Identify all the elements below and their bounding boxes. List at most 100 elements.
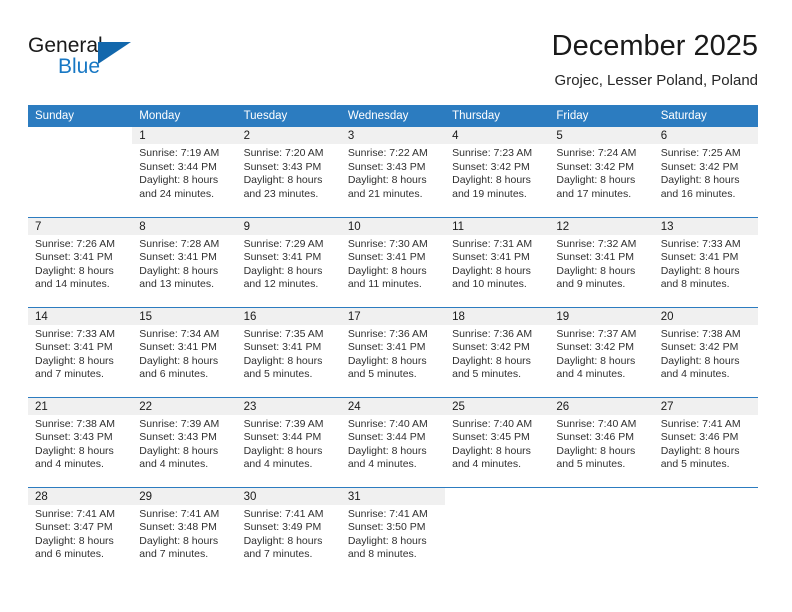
calendar-day-cell[interactable]: 11 Sunrise: 7:31 AM Sunset: 3:41 PM Dayligh… — [445, 216, 550, 307]
calendar-day-cell[interactable]: 31 Sunrise: 7:41 AM Sunset: 3:50 PM Dayligh… — [340, 486, 446, 577]
calendar-day-cell[interactable]: 22 Sunrise: 7:39 AM Sunset: 3:43 PM Dayligh… — [132, 396, 237, 487]
day-details: Sunrise: 7:39 AM Sunset: 3:44 PM Daylight:… — [237, 415, 341, 472]
weekday-header-thursday: Thursday — [445, 105, 550, 127]
day-number: 13 — [653, 217, 758, 235]
day-details: Sunrise: 7:29 AM Sunset: 3:41 PM Daylight:… — [237, 235, 341, 292]
sunrise-text: Sunrise: 7:20 AM — [243, 147, 324, 159]
calendar-day-cell[interactable]: 3 Sunrise: 7:22 AM Sunset: 3:43 PM Daylight… — [340, 127, 446, 217]
sunrise-text: Sunrise: 7:40 AM — [452, 417, 533, 430]
day-details: Sunrise: 7:30 AM Sunset: 3:41 PM Daylight:… — [341, 235, 445, 292]
sunset-text: Sunset: 3:41 PM — [35, 251, 113, 264]
daylight-text: Daylight: 8 hours — [347, 264, 427, 277]
daylight-text: Daylight: 8 hours — [243, 264, 323, 277]
daylight-text-cont: and 8 minutes. — [347, 548, 417, 561]
day-details: Sunrise: 7:41 AM Sunset: 3:49 PM Daylight:… — [237, 505, 341, 562]
daylight-text-cont: and 19 minutes. — [452, 187, 527, 200]
calendar-day-cell[interactable]: 4 Sunrise: 7:23 AM Sunset: 3:42 PM Daylight… — [445, 127, 550, 217]
weekday-header-saturday: Saturday — [653, 105, 758, 127]
calendar-week-row: 7 Sunrise: 7:26 AM Sunset: 3:41 PM Daylight… — [28, 216, 758, 307]
calendar-day-cell[interactable]: 9 Sunrise: 7:29 AM Sunset: 3:41 PM Daylight… — [236, 216, 341, 307]
calendar-day-cell[interactable]: 25 Sunrise: 7:40 AM Sunset: 3:45 PM Dayligh… — [445, 396, 550, 487]
calendar-day-cell[interactable]: 8 Sunrise: 7:28 AM Sunset: 3:41 PM Daylight… — [132, 216, 237, 307]
daylight-text: Daylight: 8 hours — [556, 354, 636, 367]
calendar-day-cell[interactable]: 23 Sunrise: 7:39 AM Sunset: 3:44 PM Dayligh… — [236, 396, 341, 487]
daylight-text: Daylight: 8 hours — [347, 534, 427, 547]
day-details: Sunrise: 7:37 AM Sunset: 3:42 PM Daylight:… — [549, 325, 653, 382]
calendar-day-cell[interactable]: 7 Sunrise: 7:26 AM Sunset: 3:41 PM Daylight… — [28, 216, 133, 307]
daylight-text: Daylight: 8 hours — [35, 444, 114, 457]
sunrise-text: Sunrise: 7:34 AM — [139, 327, 220, 340]
calendar-day-cell[interactable]: 12 Sunrise: 7:32 AM Sunset: 3:41 PM Dayligh… — [549, 216, 654, 307]
calendar-day-cell[interactable]: 17 Sunrise: 7:36 AM Sunset: 3:41 PM Dayligh… — [340, 306, 446, 397]
day-details: Sunrise: 7:35 AM Sunset: 3:41 PM Daylight:… — [237, 325, 341, 382]
weekday-header-tuesday: Tuesday — [236, 105, 341, 127]
sunrise-text: Sunrise: 7:37 AM — [556, 327, 637, 340]
sunrise-text: Sunrise: 7:41 AM — [139, 507, 220, 520]
day-details: Sunrise: 7:38 AM Sunset: 3:42 PM Daylight:… — [654, 325, 758, 382]
day-number: 25 — [445, 397, 550, 415]
day-number: 26 — [549, 397, 654, 415]
day-number — [654, 488, 758, 505]
daylight-text-cont: and 16 minutes. — [660, 187, 736, 200]
calendar-day-cell[interactable]: 5 Sunrise: 7:24 AM Sunset: 3:42 PM Daylight… — [549, 127, 654, 217]
general-blue-logo[interactable]: General Blue — [28, 34, 148, 86]
calendar-day-cell[interactable]: 29 Sunrise: 7:41 AM Sunset: 3:48 PM Dayligh… — [132, 486, 237, 577]
daylight-text-cont: and 4 minutes. — [660, 368, 730, 381]
calendar-day-cell[interactable]: 15 Sunrise: 7:34 AM Sunset: 3:41 PM Dayligh… — [132, 306, 237, 397]
calendar-header-row: Sunday Monday Tuesday Wednesday Thursday Frid… — [28, 105, 758, 127]
sunrise-text: Sunrise: 7:35 AM — [243, 327, 324, 340]
calendar-day-cell[interactable]: 27 Sunrise: 7:41 AM Sunset: 3:46 PM Dayligh… — [653, 396, 758, 487]
calendar-day-cell[interactable]: 13 Sunrise: 7:33 AM Sunset: 3:41 PM Dayligh… — [653, 216, 758, 307]
day-number: 20 — [653, 307, 758, 325]
daylight-text: Daylight: 8 hours — [347, 174, 427, 187]
day-details: Sunrise: 7:19 AM Sunset: 3:44 PM Daylight:… — [132, 144, 236, 201]
day-details: Sunrise: 7:40 AM Sunset: 3:44 PM Daylight:… — [341, 415, 445, 472]
calendar-day-cell[interactable]: 21 Sunrise: 7:38 AM Sunset: 3:43 PM Dayligh… — [28, 396, 133, 487]
daylight-text-cont: and 4 minutes. — [243, 458, 313, 471]
triangle-icon — [98, 42, 131, 64]
day-details: Sunrise: 7:25 AM Sunset: 3:42 PM Daylight:… — [654, 144, 758, 201]
calendar-day-cell[interactable]: 14 Sunrise: 7:33 AM Sunset: 3:41 PM Dayligh… — [28, 306, 133, 397]
day-number: 30 — [236, 487, 341, 505]
day-details: Sunrise: 7:33 AM Sunset: 3:41 PM Daylight:… — [654, 235, 758, 292]
weekday-header-row: Sunday Monday Tuesday Wednesday Thursday Frid… — [28, 105, 758, 127]
calendar-day-cell[interactable]: 1 Sunrise: 7:19 AM Sunset: 3:44 PM Daylight… — [132, 127, 237, 217]
calendar-day-cell[interactable]: 19 Sunrise: 7:37 AM Sunset: 3:42 PM Dayligh… — [549, 306, 654, 397]
sunrise-text: Sunrise: 7:39 AM — [139, 417, 220, 430]
daylight-text: Daylight: 8 hours — [660, 444, 740, 457]
daylight-text: Daylight: 8 hours — [35, 264, 114, 277]
sunset-text: Sunset: 3:43 PM — [243, 160, 322, 173]
day-details: Sunrise: 7:20 AM Sunset: 3:43 PM Daylight:… — [237, 144, 341, 201]
calendar-day-cell[interactable]: 30 Sunrise: 7:41 AM Sunset: 3:49 PM Dayligh… — [236, 486, 341, 577]
calendar-day-cell[interactable]: 26 Sunrise: 7:40 AM Sunset: 3:46 PM Dayligh… — [549, 396, 654, 487]
day-details: Sunrise: 7:38 AM Sunset: 3:43 PM Daylight:… — [28, 415, 132, 472]
day-details — [28, 144, 132, 147]
calendar-day-cell[interactable]: 2 Sunrise: 7:20 AM Sunset: 3:43 PM Daylight… — [236, 127, 341, 217]
day-number: 16 — [236, 307, 341, 325]
sunrise-text: Sunrise: 7:41 AM — [35, 507, 115, 520]
sunrise-text: Sunrise: 7:38 AM — [660, 327, 741, 340]
sunset-text: Sunset: 3:45 PM — [452, 431, 530, 444]
sunrise-text: Sunrise: 7:39 AM — [243, 417, 324, 430]
sunrise-text: Sunrise: 7:40 AM — [347, 417, 428, 430]
sunrise-text: Sunrise: 7:23 AM — [452, 147, 533, 159]
calendar-table: Sunday Monday Tuesday Wednesday Thursday Frid… — [28, 105, 758, 577]
weekday-header-friday: Friday — [549, 105, 654, 127]
day-number: 29 — [132, 487, 237, 505]
calendar-day-cell[interactable]: 20 Sunrise: 7:38 AM Sunset: 3:42 PM Dayligh… — [653, 306, 758, 397]
calendar-day-cell[interactable]: 18 Sunrise: 7:36 AM Sunset: 3:42 PM Dayligh… — [445, 306, 550, 397]
calendar-day-cell[interactable]: 28 Sunrise: 7:41 AM Sunset: 3:47 PM Dayligh… — [28, 486, 133, 577]
daylight-text-cont: and 24 minutes. — [139, 187, 214, 200]
day-details: Sunrise: 7:28 AM Sunset: 3:41 PM Daylight:… — [132, 235, 236, 292]
sunset-text: Sunset: 3:43 PM — [139, 431, 217, 444]
day-number: 28 — [28, 487, 133, 505]
sunset-text: Sunset: 3:41 PM — [35, 341, 113, 354]
calendar-day-cell[interactable]: 16 Sunrise: 7:35 AM Sunset: 3:41 PM Dayligh… — [236, 306, 341, 397]
day-details: Sunrise: 7:40 AM Sunset: 3:46 PM Daylight:… — [549, 415, 653, 472]
calendar-day-cell[interactable]: 10 Sunrise: 7:30 AM Sunset: 3:41 PM Dayligh… — [340, 216, 446, 307]
sunset-text: Sunset: 3:42 PM — [556, 341, 635, 354]
calendar-day-cell[interactable]: 24 Sunrise: 7:40 AM Sunset: 3:44 PM Dayligh… — [340, 396, 446, 487]
sunset-text: Sunset: 3:42 PM — [556, 160, 635, 173]
calendar-day-cell[interactable]: 6 Sunrise: 7:25 AM Sunset: 3:42 PM Daylight… — [653, 127, 758, 217]
sunrise-text: Sunrise: 7:25 AM — [660, 147, 741, 159]
